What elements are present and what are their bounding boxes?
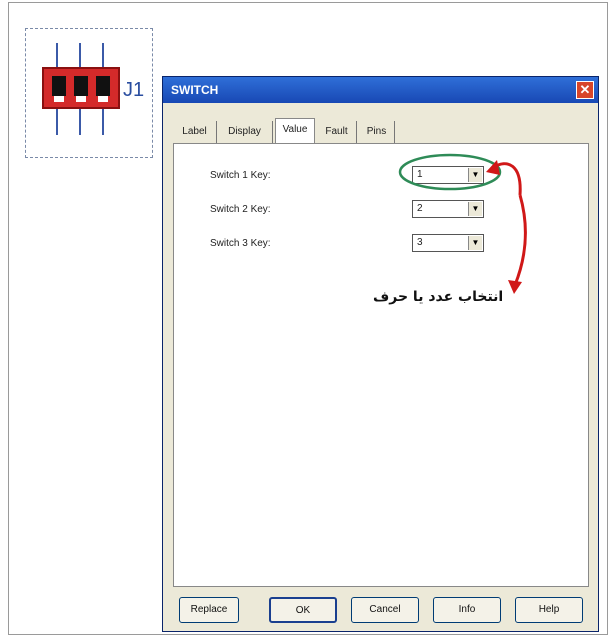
component-reference: J1 [123,79,145,101]
tab-label[interactable]: Label [173,121,217,143]
pin-bottom-1 [56,109,58,135]
annotation-text: انتخاب عدد یا حرف [373,289,504,305]
dialog-title: SWITCH [171,83,219,97]
dialog-button-row: Replace OK Cancel Info Help [173,597,589,625]
chevron-down-icon[interactable]: ▼ [468,168,482,182]
switch-3-key-value: 3 [417,237,423,248]
ok-button[interactable]: OK [269,597,337,623]
pin-top-2 [79,43,81,67]
dip-key-3 [96,76,110,102]
pin-bottom-3 [102,109,104,135]
value-tab-panel: Switch 1 Key: 1 ▼ Switch 2 Key: 2 ▼ Swit… [173,143,589,587]
pin-top-3 [102,43,104,67]
switch-3-key-select[interactable]: 3 ▼ [412,234,484,252]
dip-key-2 [74,76,88,102]
dip-switch-body [42,67,120,109]
switch-component-j1[interactable]: J1 [25,28,153,158]
switch-3-key-label: Switch 3 Key: [210,238,271,249]
chevron-down-icon[interactable]: ▼ [468,202,482,216]
tab-value[interactable]: Value [275,118,315,143]
switch-2-key-label: Switch 2 Key: [210,204,271,215]
dip-key-1 [52,76,66,102]
switch-2-key-select[interactable]: 2 ▼ [412,200,484,218]
pin-bottom-2 [79,109,81,135]
tab-fault[interactable]: Fault [317,121,357,143]
switch-1-key-select[interactable]: 1 ▼ [412,166,484,184]
tab-display[interactable]: Display [217,121,273,143]
switch-1-key-label: Switch 1 Key: [210,170,271,181]
dialog-titlebar[interactable]: SWITCH ✕ [163,77,598,103]
switch-1-key-value: 1 [417,169,423,180]
replace-button[interactable]: Replace [179,597,239,623]
switch-properties-dialog: SWITCH ✕ Label Display Value Fault Pins … [162,76,599,632]
info-button[interactable]: Info [433,597,501,623]
switch-2-key-value: 2 [417,203,423,214]
chevron-down-icon[interactable]: ▼ [468,236,482,250]
tab-pins[interactable]: Pins [359,121,395,143]
close-icon[interactable]: ✕ [576,81,594,99]
pin-top-1 [56,43,58,67]
cancel-button[interactable]: Cancel [351,597,419,623]
help-button[interactable]: Help [515,597,583,623]
